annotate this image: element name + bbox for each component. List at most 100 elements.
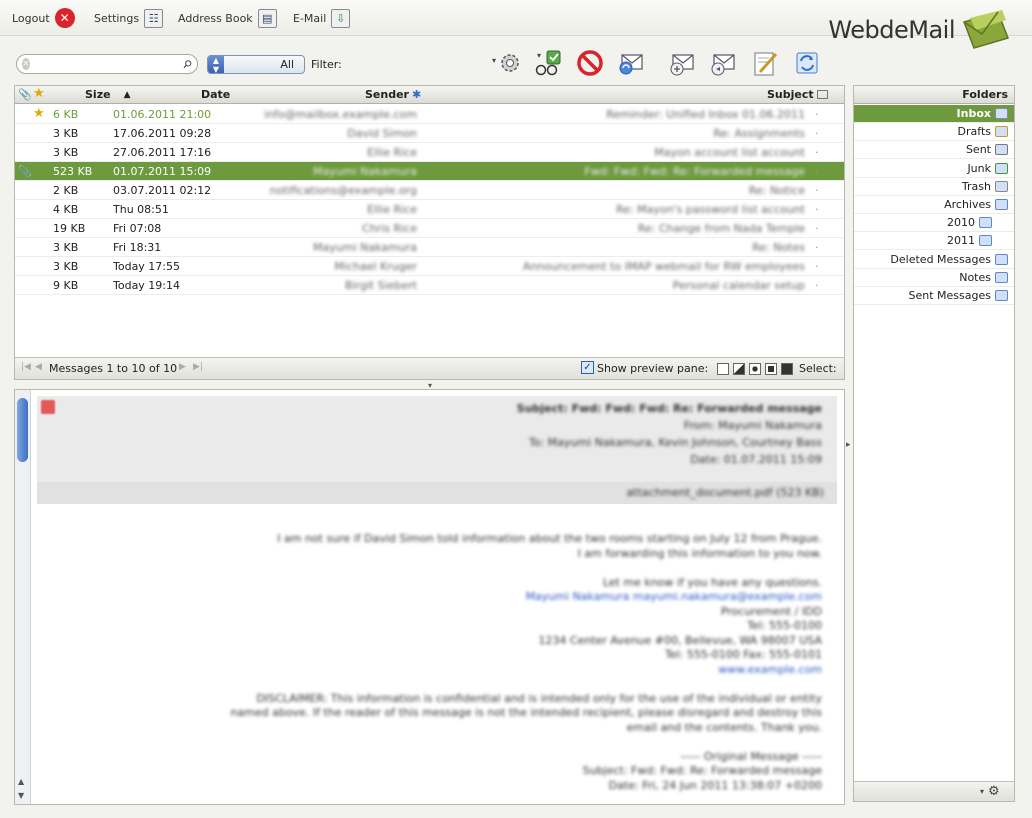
compose-button[interactable] xyxy=(748,47,782,79)
preview-scrollbar[interactable]: ▲ ▼ xyxy=(15,390,31,804)
filter-label: Filter: xyxy=(311,58,342,71)
folder-item[interactable]: Notes xyxy=(854,269,1014,287)
message-sender: Birgit Siebert xyxy=(344,279,417,292)
search-icon[interactable] xyxy=(183,57,192,71)
message-row[interactable]: 3 KB Today 17:55 Michael Kruger Announcemen… xyxy=(15,257,844,276)
message-row[interactable]: 4 KB Thu 08:51 Ellie Rice Re: Mayon's passw… xyxy=(15,200,844,219)
message-row[interactable]: 19 KB Fri 07:08 Chris Rice Re: Change from … xyxy=(15,219,844,238)
folder-item[interactable]: Sent xyxy=(854,141,1014,160)
select-arrows-icon: ▲ ▼ xyxy=(208,56,224,74)
settings-link[interactable]: Settings ☷ xyxy=(94,8,164,28)
flag-icon[interactable]: ★ xyxy=(33,106,45,121)
next-page-icon[interactable]: ▶ xyxy=(179,362,186,372)
message-date: 27.06.2011 17:16 xyxy=(113,146,212,159)
select-current-page-icon[interactable] xyxy=(765,363,777,375)
reply-all-icon xyxy=(670,54,694,76)
folder-item[interactable]: Junk xyxy=(854,160,1014,178)
select-all-icon[interactable] xyxy=(781,363,793,375)
mark-button[interactable]: ▾ xyxy=(531,47,565,79)
scrollbar-thumb[interactable] xyxy=(17,398,28,462)
preview-attachment-link[interactable]: attachment_document.pdf (523 KB) xyxy=(626,486,824,499)
junk-icon xyxy=(995,162,1008,174)
reply-button[interactable] xyxy=(706,47,740,79)
size-column-header[interactable]: Size ▲ xyxy=(85,88,130,101)
message-row[interactable]: 2 KB 03.07.2011 02:12 notifications@exampl… xyxy=(15,181,844,200)
settings-icon: ☷ xyxy=(144,8,164,28)
folder-item[interactable]: Sent Messages xyxy=(854,287,1014,305)
folder-icon xyxy=(979,235,992,247)
folder-menu-arrow-icon[interactable]: ▾ xyxy=(980,787,984,796)
email-link[interactable]: E-Mail ⇩ xyxy=(293,8,351,28)
message-row[interactable]: 3 KB 17.06.2011 09:28 David Simon Re: Assig… xyxy=(15,124,844,143)
folder-item[interactable]: Deleted Messages xyxy=(854,251,1014,269)
search-input[interactable] xyxy=(33,57,179,71)
vertical-splitter-handle[interactable]: ▸ xyxy=(846,440,851,450)
search-box[interactable]: × xyxy=(16,54,198,74)
logo-text: WebdeMail xyxy=(828,16,955,44)
logout-link[interactable]: Logout ✕ xyxy=(12,8,75,28)
message-sender: David Simon xyxy=(347,127,417,140)
size-label: Size xyxy=(85,88,111,101)
attachment-column-icon[interactable]: 📎 xyxy=(18,88,32,101)
last-page-icon[interactable]: ▶| xyxy=(193,362,203,372)
subject-column-header[interactable]: Subject xyxy=(767,88,828,101)
message-row[interactable]: 📎 523 KB 01.07.2011 15:09 Mayumi Nakamura Fw… xyxy=(15,162,844,181)
folder-item[interactable]: Inbox xyxy=(854,105,1014,123)
scroll-up-icon[interactable]: ▲ xyxy=(18,777,24,786)
select-unread-icon[interactable] xyxy=(749,363,761,375)
check-mail-button[interactable] xyxy=(790,47,824,79)
flag-column-icon[interactable]: ★ xyxy=(33,86,45,101)
address-book-link[interactable]: Address Book ▤ xyxy=(178,8,277,28)
address-book-label: Address Book xyxy=(178,11,253,25)
thread-indicator-icon: · xyxy=(815,108,819,121)
forward-icon: ▾ xyxy=(616,54,643,75)
first-page-icon[interactable]: |◀ xyxy=(21,362,31,372)
folder-settings-gear-icon[interactable]: ⚙ xyxy=(988,784,1000,799)
message-row[interactable]: 3 KB Fri 18:31 Mayumi Nakamura Re: Notes · xyxy=(15,238,844,257)
preview-pane-checkbox[interactable]: ✓ xyxy=(581,361,594,374)
forward-button[interactable]: ▾ xyxy=(614,47,648,79)
svg-text:▾: ▾ xyxy=(537,51,541,60)
select-none-icon[interactable] xyxy=(717,363,729,375)
folder-label: Junk xyxy=(967,161,991,175)
preview-body-line: I am forwarding this information to you … xyxy=(577,546,822,560)
sender-column-header[interactable]: Sender ✱ xyxy=(365,88,421,101)
message-sender: notifications@example.org xyxy=(269,184,417,197)
folder-item[interactable]: Drafts xyxy=(854,123,1014,142)
preview-body-line: ----- Original Message ----- xyxy=(680,749,822,763)
folder-panel: Folders Inbox Drafts Sent Junk Trash Archives… xyxy=(853,85,1015,802)
message-row[interactable]: 9 KB Today 19:14 Birgit Siebert Personal ca… xyxy=(15,276,844,295)
folder-label: Inbox xyxy=(956,107,991,120)
mark-read-icon: ▾ xyxy=(535,50,561,76)
message-size: 6 KB xyxy=(53,108,79,121)
select-invert-icon[interactable] xyxy=(733,363,745,375)
message-size: 4 KB xyxy=(53,203,79,216)
compose-icon xyxy=(754,52,778,76)
webmail-logo: WebdeMail xyxy=(828,8,1012,52)
preview-body-line: Date: Fri, 24 Jun 2011 13:38:07 +0200 xyxy=(608,778,822,792)
prev-page-icon[interactable]: ◀ xyxy=(35,362,42,372)
date-column-header[interactable]: Date xyxy=(201,88,230,101)
delete-button[interactable] xyxy=(573,47,607,79)
message-row[interactable]: ★ 6 KB 01.06.2011 21:00 info@mailbox.exampl… xyxy=(15,105,844,124)
filter-select[interactable]: ▲ ▼ All xyxy=(207,55,305,74)
message-priority-icon xyxy=(41,400,55,414)
folder-item[interactable]: Trash xyxy=(854,178,1014,196)
message-date: Fri 18:31 xyxy=(113,241,162,254)
logout-label: Logout xyxy=(12,11,50,25)
folder-icon xyxy=(995,199,1008,210)
sort-arrow-icon: ▲ xyxy=(123,89,131,100)
message-date: Thu 08:51 xyxy=(113,203,169,216)
thread-indicator-icon: · xyxy=(815,279,819,292)
message-row[interactable]: 3 KB 27.06.2011 17:16 Ellie Rice Mayon acco… xyxy=(15,143,844,162)
settings-menu-button[interactable]: ▾ xyxy=(490,47,524,79)
clear-search-icon[interactable]: × xyxy=(22,58,30,70)
scroll-down-icon[interactable]: ▼ xyxy=(18,791,24,800)
attachment-icon: 📎 xyxy=(18,165,32,178)
folder-item[interactable]: Archives xyxy=(854,196,1014,214)
folder-item[interactable]: 2010 xyxy=(854,214,1014,233)
message-date: 01.06.2011 21:00 xyxy=(113,108,212,121)
preview-body-line: email and the contents. Thank you. xyxy=(626,720,822,734)
folder-item[interactable]: 2011 xyxy=(854,232,1014,251)
reply-all-button[interactable] xyxy=(665,47,699,79)
